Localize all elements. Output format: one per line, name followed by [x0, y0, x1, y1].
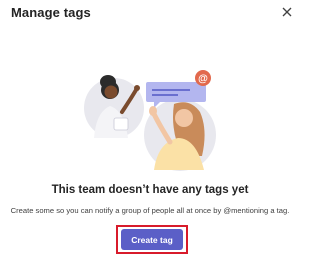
create-tag-button[interactable]: Create tag: [121, 229, 183, 250]
close-icon[interactable]: [280, 5, 294, 19]
empty-state-illustration: @: [84, 70, 216, 171]
mention-badge: @: [195, 70, 211, 86]
manage-tags-dialog: Manage tags @ This team doesn’t have any…: [0, 0, 300, 265]
dialog-title: Manage tags: [11, 5, 91, 20]
empty-state-heading: This team doesn’t have any tags yet: [51, 184, 249, 196]
svg-text:@: @: [198, 74, 208, 85]
empty-state-description: Create some so you can notify a group of…: [10, 206, 290, 215]
